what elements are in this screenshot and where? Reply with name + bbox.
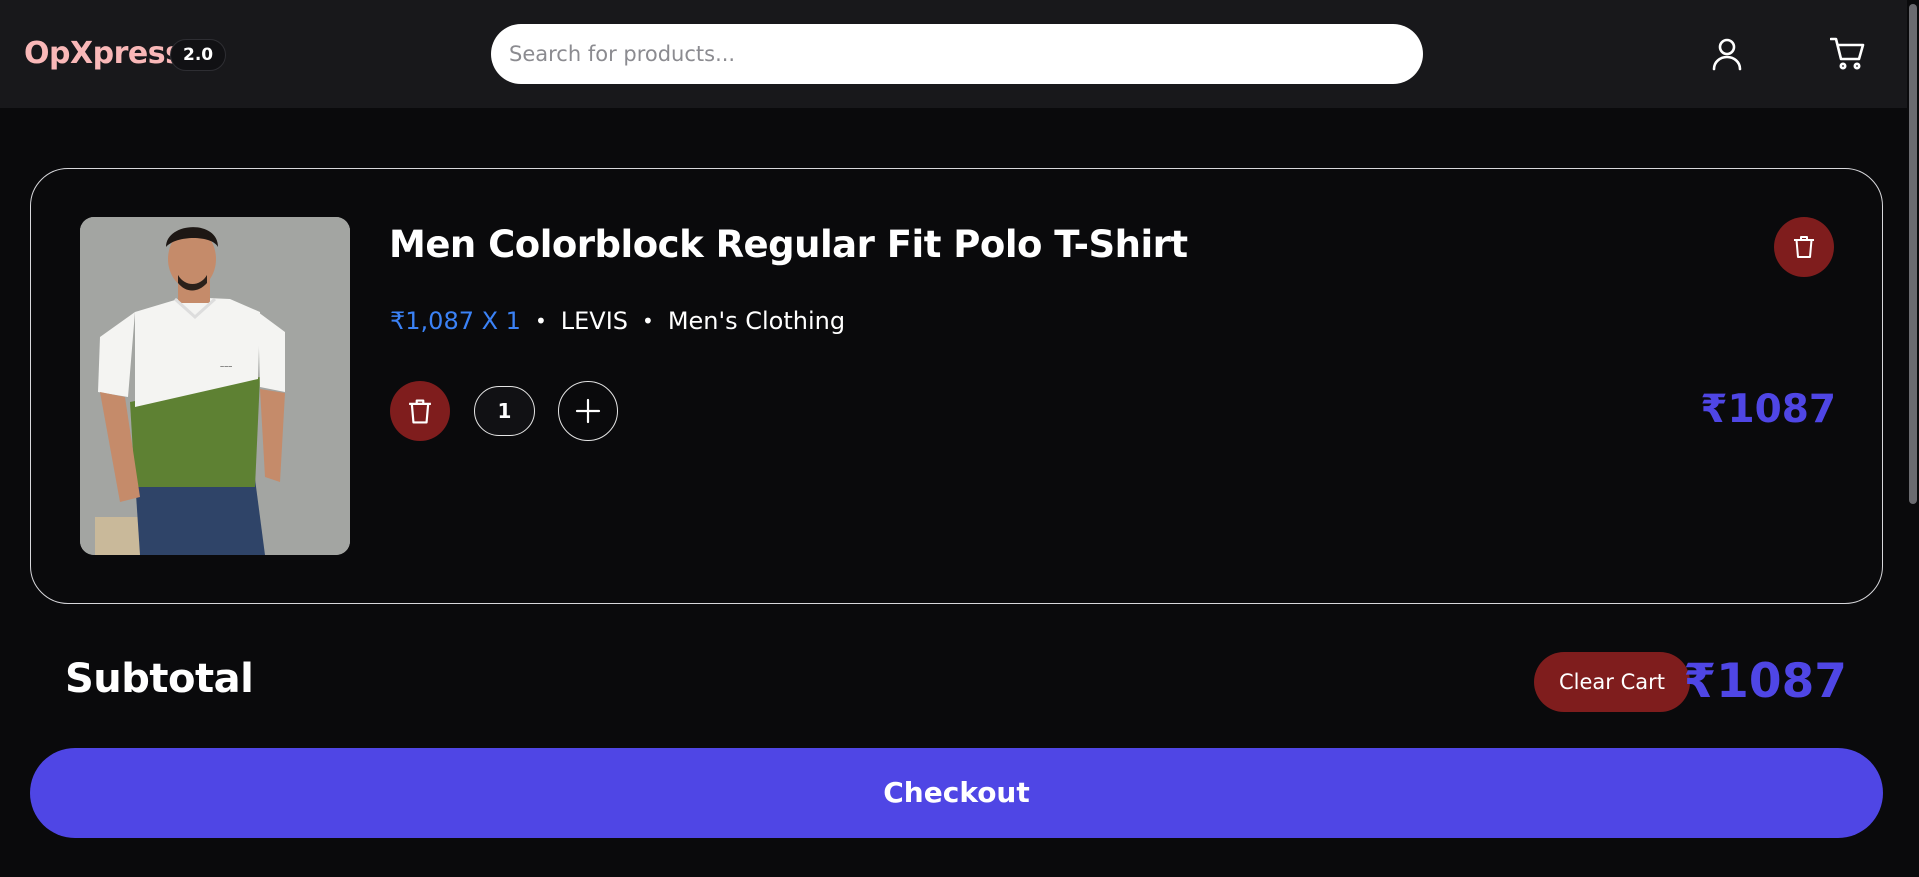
logo[interactable]: OpXpress [24,36,183,71]
product-title[interactable]: Men Colorblock Regular Fit Polo T-Shirt [389,223,1188,266]
product-image[interactable]: ~~~ [80,217,350,555]
product-meta: ₹1,087 X 1 • LEVIS • Men's Clothing [390,307,845,335]
trash-icon [1794,236,1814,258]
trash-icon [409,399,431,423]
product-brand: LEVIS [560,307,629,335]
increase-quantity-button[interactable] [558,381,618,441]
product-category: Men's Clothing [667,307,846,335]
cart-item-card: ~~~ Men Colorblock Regular Fit Polo T-Sh… [30,168,1883,604]
unit-price-quantity: ₹1,087 X 1 [390,307,521,335]
version-badge: 2.0 [170,39,227,71]
scrollbar-thumb[interactable] [1909,4,1917,504]
top-header: OpXpress 2.0 [0,0,1919,108]
checkout-button[interactable]: Checkout [30,748,1883,838]
plus-icon [575,398,601,424]
svg-text:~~~: ~~~ [220,364,232,371]
remove-item-button[interactable] [1774,217,1834,277]
scrollbar[interactable] [1907,0,1919,877]
cart-icon[interactable] [1828,34,1868,74]
separator-dot: • [642,309,654,333]
clear-cart-button[interactable]: Clear Cart [1534,652,1690,712]
item-line-total: ₹1087 [1700,387,1836,432]
user-icon[interactable] [1707,34,1747,74]
search-input[interactable] [491,24,1423,84]
decrease-quantity-button[interactable] [390,381,450,441]
subtotal-value: ₹1087 [1683,654,1847,709]
subtotal-label: Subtotal [65,656,254,702]
separator-dot: • [534,309,547,333]
quantity-display: 1 [474,386,535,436]
